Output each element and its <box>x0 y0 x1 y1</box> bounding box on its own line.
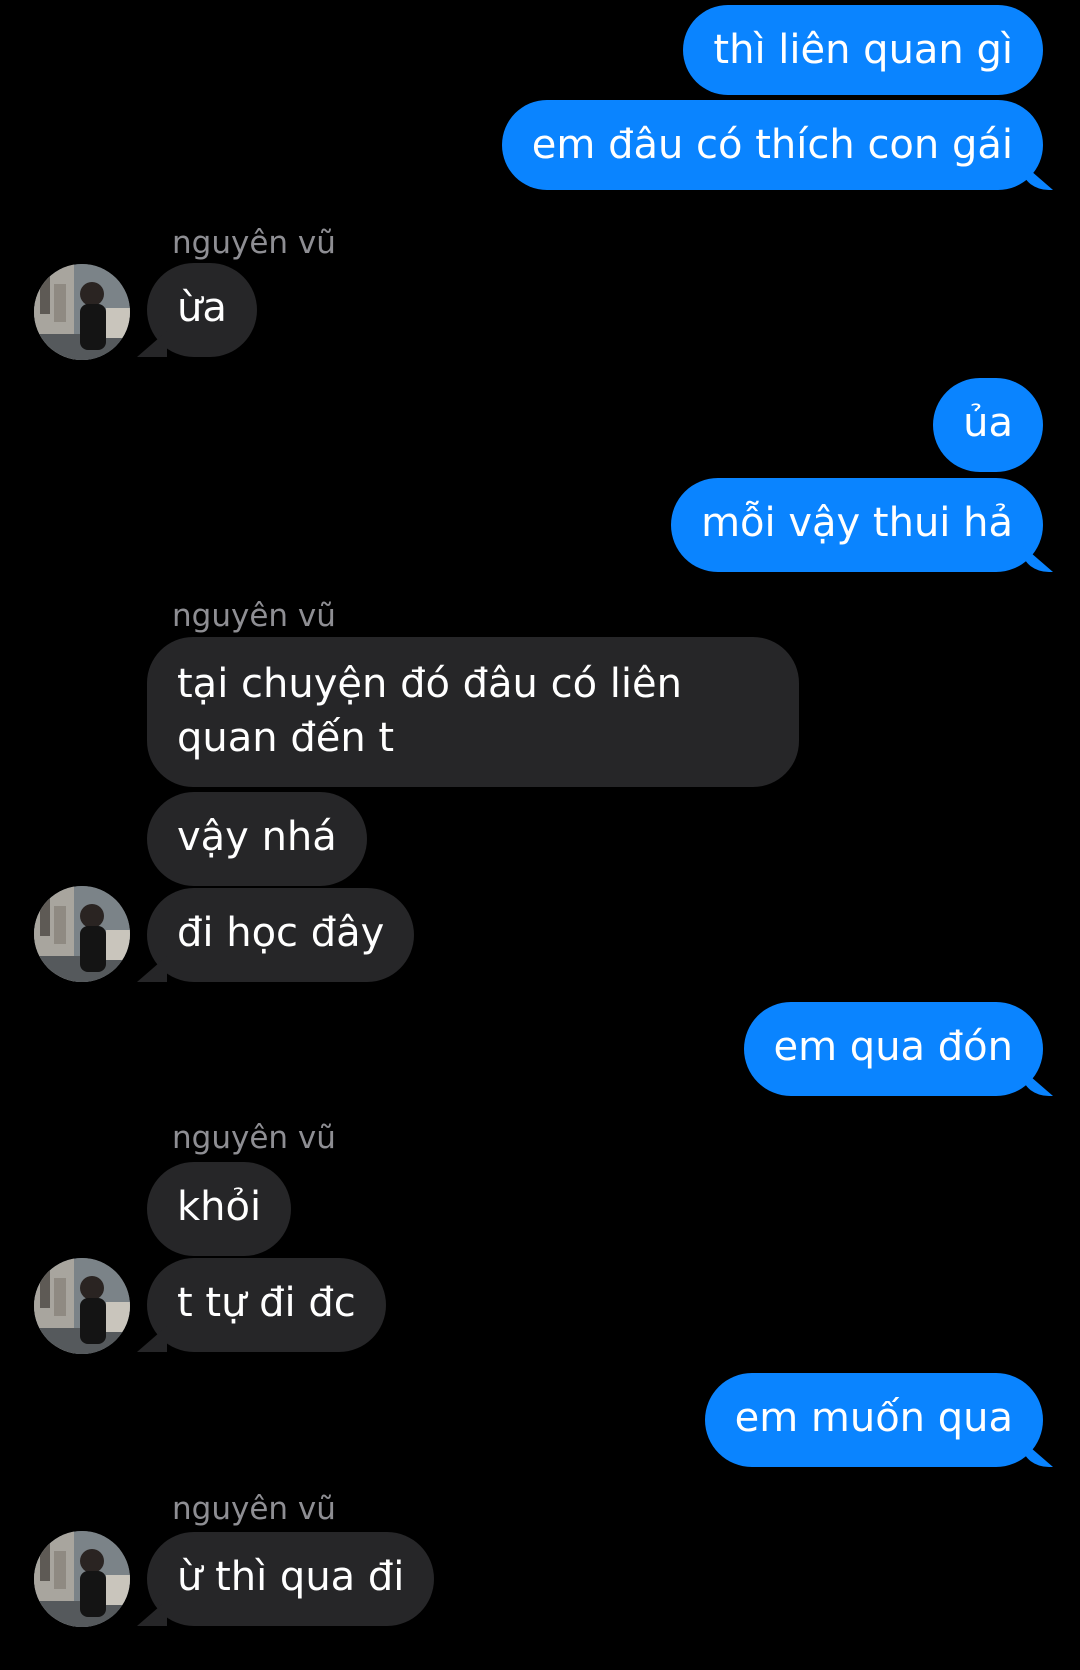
sender-name: nguyên vũ <box>172 1491 336 1527</box>
chat-thread: thì liên quan gì em đâu có thích con gái… <box>0 0 1080 1670</box>
message-bubble-incoming[interactable]: ừa <box>147 263 257 357</box>
profile-photo-icon <box>34 264 130 360</box>
message-text: thì liên quan gì <box>713 27 1013 73</box>
sender-name: nguyên vũ <box>172 1120 336 1156</box>
contact-avatar[interactable] <box>34 886 130 982</box>
message-bubble-incoming[interactable]: vậy nhá <box>147 792 367 886</box>
profile-photo-icon <box>34 1531 130 1627</box>
message-bubble-incoming[interactable]: tại chuyện đó đâu có liên quan đến t <box>147 637 799 787</box>
message-text: em qua đón <box>773 1024 1013 1070</box>
message-text: em đâu có thích con gái <box>531 122 1013 168</box>
sender-name: nguyên vũ <box>172 598 336 634</box>
contact-avatar[interactable] <box>34 264 130 360</box>
message-bubble-outgoing[interactable]: thì liên quan gì <box>683 5 1043 95</box>
message-bubble-outgoing[interactable]: ủa <box>933 378 1043 472</box>
message-text: ừ thì qua đi <box>177 1554 405 1600</box>
message-bubble-outgoing[interactable]: em qua đón <box>743 1002 1043 1096</box>
message-text: khỏi <box>177 1184 262 1230</box>
message-bubble-incoming[interactable]: t tự đi đc <box>147 1258 386 1352</box>
message-text: em muốn qua <box>734 1395 1013 1441</box>
message-bubble-incoming[interactable]: ừ thì qua đi <box>147 1532 435 1626</box>
message-text: vậy nhá <box>177 814 337 860</box>
message-text: đi học đây <box>177 910 385 956</box>
sender-name: nguyên vũ <box>172 225 336 261</box>
contact-avatar[interactable] <box>34 1258 130 1354</box>
message-bubble-incoming[interactable]: khỏi <box>147 1162 292 1256</box>
message-bubble-outgoing[interactable]: em đâu có thích con gái <box>501 100 1043 190</box>
message-text: ủa <box>963 400 1013 446</box>
message-bubble-outgoing[interactable]: mỗi vậy thui hả <box>671 478 1043 572</box>
profile-photo-icon <box>34 1258 130 1354</box>
message-text: ừa <box>177 285 227 331</box>
message-text: mỗi vậy thui hả <box>701 500 1013 546</box>
message-text: tại chuyện đó đâu có liên quan đến t <box>177 661 682 761</box>
message-bubble-outgoing[interactable]: em muốn qua <box>704 1373 1043 1467</box>
profile-photo-icon <box>34 886 130 982</box>
message-bubble-incoming[interactable]: đi học đây <box>147 888 415 982</box>
message-text: t tự đi đc <box>177 1280 356 1326</box>
contact-avatar[interactable] <box>34 1531 130 1627</box>
